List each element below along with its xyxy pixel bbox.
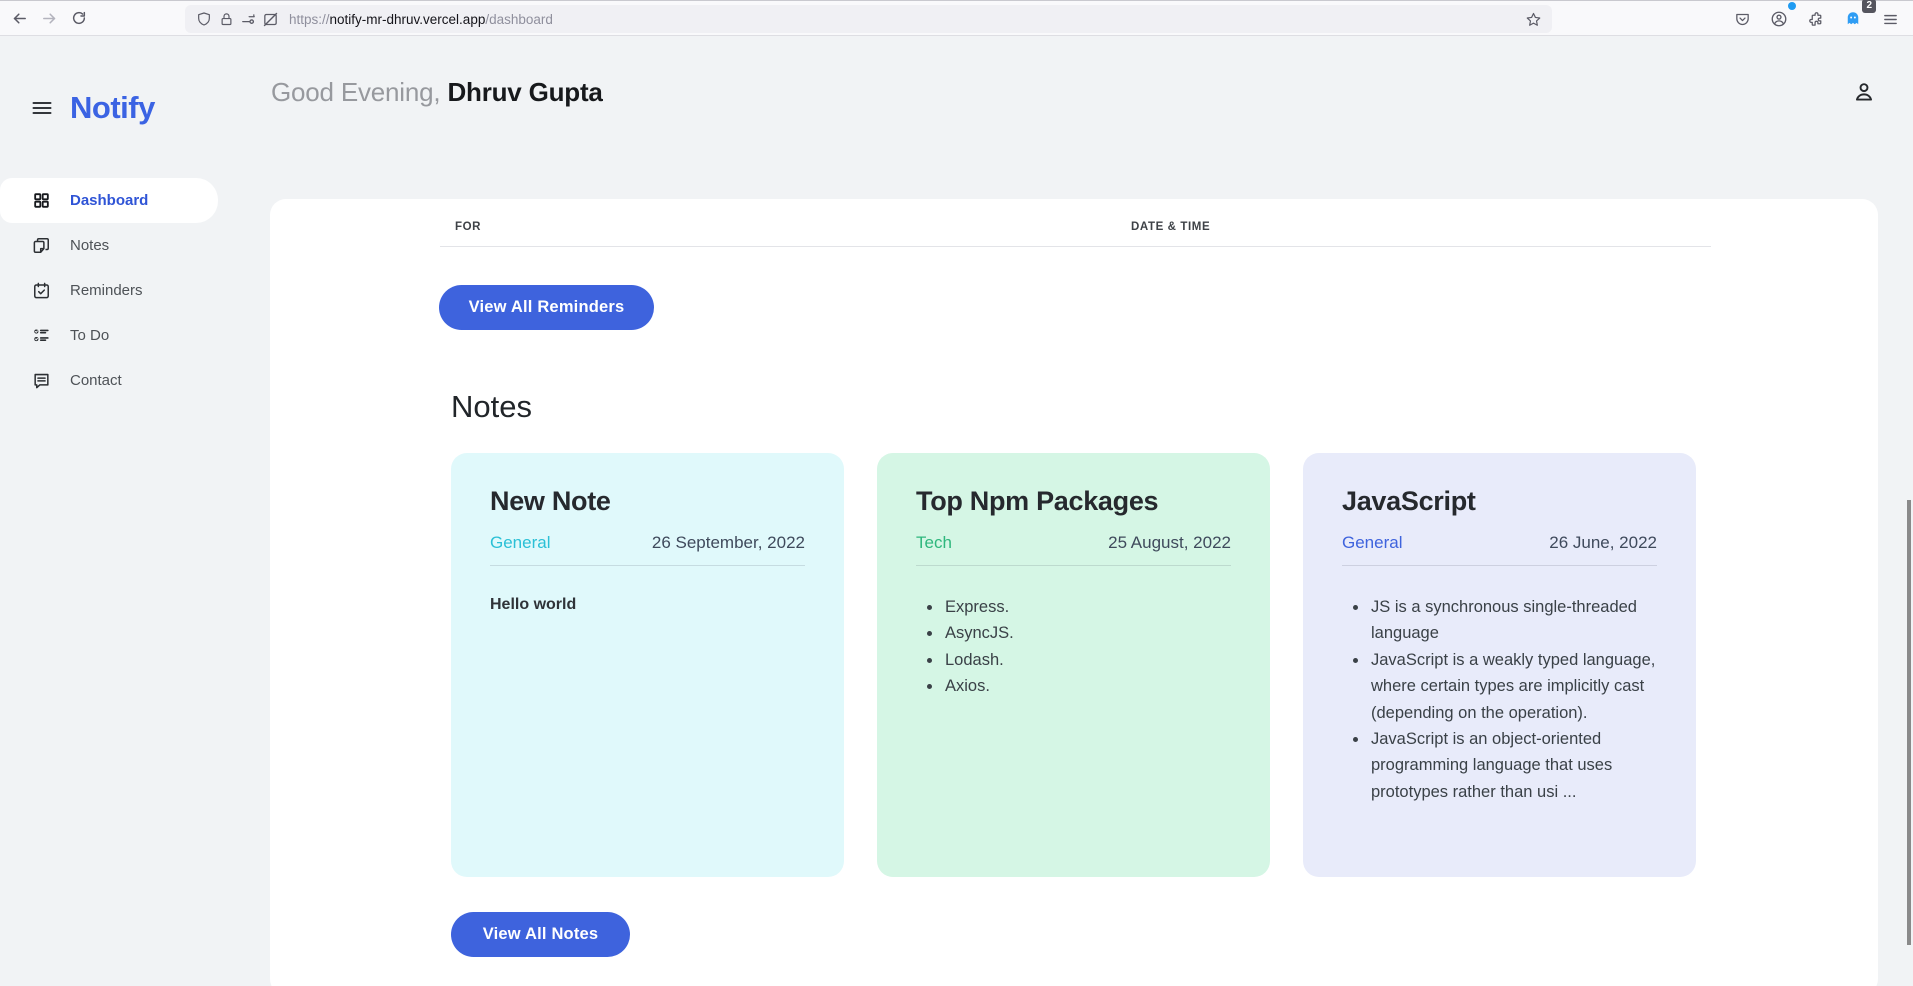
note-bullet: JavaScript is a weakly typed language, w… bbox=[1369, 647, 1657, 726]
sidebar-toggle-icon[interactable] bbox=[30, 96, 54, 120]
note-tag: Tech bbox=[916, 533, 952, 553]
note-bullet: AsyncJS. bbox=[943, 620, 1231, 646]
sidebar-item-notes[interactable]: Notes bbox=[0, 223, 218, 268]
menu-hamburger-icon[interactable] bbox=[1875, 4, 1905, 34]
account-notification-dot bbox=[1788, 2, 1796, 10]
note-bullet: JS is a synchronous single-threaded lang… bbox=[1369, 594, 1657, 647]
note-title: New Note bbox=[490, 486, 805, 517]
url-domain: notify-mr-dhruv.vercel.app bbox=[330, 12, 486, 27]
note-bullet: Axios. bbox=[943, 673, 1231, 699]
greeting-prefix: Good Evening, bbox=[271, 77, 447, 107]
extensions-puzzle-icon[interactable] bbox=[1801, 4, 1831, 34]
note-tag: General bbox=[1342, 533, 1402, 553]
note-meta: Tech 25 August, 2022 bbox=[916, 533, 1231, 566]
note-tag: General bbox=[490, 533, 550, 553]
sidebar: Notify Dashboard Notes bbox=[0, 37, 218, 986]
note-card[interactable]: JavaScript General 26 June, 2022 JS is a… bbox=[1303, 453, 1696, 877]
note-date: 26 June, 2022 bbox=[1549, 533, 1657, 553]
view-all-notes-button[interactable]: View All Notes bbox=[451, 912, 630, 957]
sidebar-item-contact[interactable]: Contact bbox=[0, 358, 218, 403]
dashboard-content: FOR DATE & TIME View All Reminders Notes… bbox=[270, 199, 1878, 986]
app-header: Good Evening, Dhruv Gupta bbox=[218, 37, 1913, 131]
url-scheme: https:// bbox=[289, 12, 330, 27]
note-date: 25 August, 2022 bbox=[1108, 533, 1231, 553]
note-card[interactable]: Top Npm Packages Tech 25 August, 2022 Ex… bbox=[877, 453, 1270, 877]
tracking-shield-icon[interactable] bbox=[193, 8, 215, 30]
extension-badge: 2 bbox=[1862, 0, 1876, 13]
column-for: FOR bbox=[455, 221, 481, 233]
bookmark-star-icon[interactable] bbox=[1522, 8, 1544, 30]
greeting-text: Good Evening, Dhruv Gupta bbox=[271, 77, 603, 108]
note-meta: General 26 June, 2022 bbox=[1342, 533, 1657, 566]
sidebar-nav: Dashboard Notes Reminders bbox=[0, 178, 218, 403]
browser-window: https://notify-mr-dhruv.vercel.app/dashb… bbox=[0, 0, 1913, 986]
notify-app: Notify Dashboard Notes bbox=[0, 37, 1913, 986]
app-logo[interactable]: Notify bbox=[70, 90, 155, 126]
sidebar-item-reminders[interactable]: Reminders bbox=[0, 268, 218, 313]
blocked-content-icon[interactable] bbox=[259, 8, 281, 30]
ghostery-extension-icon[interactable]: 2 bbox=[1838, 4, 1868, 34]
browser-toolbar: https://notify-mr-dhruv.vercel.app/dashb… bbox=[0, 0, 1913, 36]
address-bar[interactable]: https://notify-mr-dhruv.vercel.app/dashb… bbox=[185, 5, 1552, 33]
dashboard-grid-icon bbox=[31, 191, 51, 211]
sidebar-item-label: Notes bbox=[70, 237, 109, 254]
note-bullet-list: Express. AsyncJS. Lodash. Axios. bbox=[916, 594, 1231, 700]
note-bullet: JavaScript is an object-oriented program… bbox=[1369, 726, 1657, 805]
sidebar-item-label: Reminders bbox=[70, 282, 143, 299]
profile-icon[interactable] bbox=[1851, 79, 1877, 110]
pocket-icon[interactable] bbox=[1727, 4, 1757, 34]
note-bullet-list: JS is a synchronous single-threaded lang… bbox=[1342, 594, 1657, 805]
note-body: Hello world bbox=[490, 596, 805, 614]
logo-row: Notify bbox=[30, 90, 155, 126]
note-meta: General 26 September, 2022 bbox=[490, 533, 805, 566]
toolbar-right-icons: 2 bbox=[1727, 4, 1905, 34]
sidebar-item-todo[interactable]: To Do bbox=[0, 313, 218, 358]
checklist-icon bbox=[31, 326, 51, 346]
sidebar-item-dashboard[interactable]: Dashboard bbox=[0, 178, 218, 223]
note-card[interactable]: New Note General 26 September, 2022 Hell… bbox=[451, 453, 844, 877]
note-title: JavaScript bbox=[1342, 486, 1657, 517]
reload-button[interactable] bbox=[64, 3, 94, 33]
url-path: /dashboard bbox=[485, 12, 553, 27]
note-bullet: Express. bbox=[943, 594, 1231, 620]
note-bullet: Lodash. bbox=[943, 647, 1231, 673]
lock-icon[interactable] bbox=[215, 8, 237, 30]
notes-copy-icon bbox=[31, 236, 51, 256]
forward-button[interactable] bbox=[34, 3, 64, 33]
back-button[interactable] bbox=[4, 3, 34, 33]
url-text[interactable]: https://notify-mr-dhruv.vercel.app/dashb… bbox=[289, 12, 1522, 27]
user-name: Dhruv Gupta bbox=[447, 77, 602, 107]
column-datetime: DATE & TIME bbox=[1131, 221, 1210, 233]
sidebar-item-label: Contact bbox=[70, 372, 122, 389]
table-divider bbox=[440, 246, 1711, 247]
permissions-icon[interactable] bbox=[237, 8, 259, 30]
view-all-reminders-button[interactable]: View All Reminders bbox=[439, 285, 654, 330]
calendar-check-icon bbox=[31, 281, 51, 301]
note-title: Top Npm Packages bbox=[916, 486, 1231, 517]
sidebar-item-label: Dashboard bbox=[70, 192, 148, 209]
sidebar-item-label: To Do bbox=[70, 327, 109, 344]
notes-heading: Notes bbox=[451, 389, 532, 425]
note-date: 26 September, 2022 bbox=[652, 533, 805, 553]
scrollbar-thumb[interactable] bbox=[1907, 500, 1911, 945]
notes-cards-row: New Note General 26 September, 2022 Hell… bbox=[451, 453, 1696, 877]
account-icon[interactable] bbox=[1764, 4, 1794, 34]
message-icon bbox=[31, 371, 51, 391]
